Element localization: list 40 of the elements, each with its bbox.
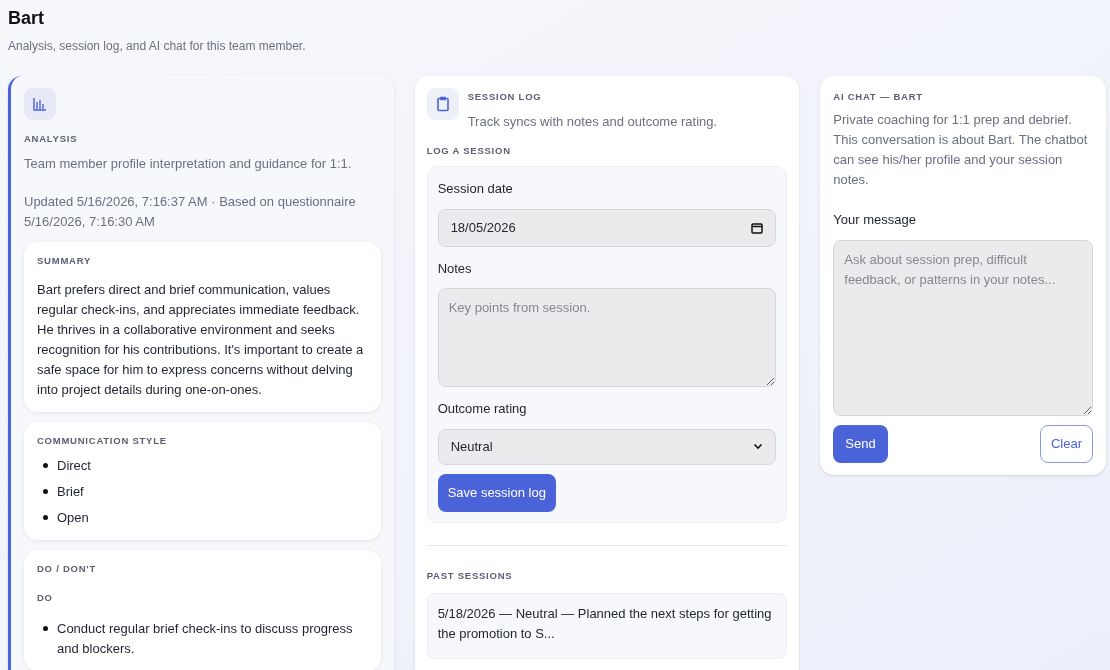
card-heading: SUMMARY bbox=[37, 253, 93, 268]
list-item-text: Direct bbox=[57, 457, 91, 476]
save-button[interactable]: Save session log bbox=[437, 473, 556, 512]
section-heading: SESSION LOG bbox=[467, 90, 543, 104]
field-label: Outcome rating bbox=[437, 400, 528, 418]
notes-field[interactable]: Key points from session. bbox=[437, 288, 777, 387]
past-session-entry[interactable]: 5/18/2026 — Neutral — Planned the next steps for getting the promotion to S... bbox=[426, 592, 788, 659]
card-heading: DO / DON'T bbox=[37, 562, 97, 577]
past-sessions-heading: PAST SESSIONS bbox=[426, 568, 514, 583]
updated-text: Updated 5/16/2026, 7:16:37 AM · Based on questionnaire 5/16/2026, 7:16:30 AM bbox=[24, 192, 357, 231]
chart-icon bbox=[24, 88, 56, 120]
bullet-icon bbox=[43, 625, 48, 631]
page-title: Bart bbox=[8, 7, 45, 30]
calendar-icon[interactable] bbox=[751, 221, 764, 234]
summary-text: Bart prefers direct and brief communication, values regular check-ins, and appreciates immediate feedback. He thrives in a collaborative environment and seeks recognition for his contributions. It's important to create a safe space for him to express concerns without delving into project details during one-on-ones. bbox=[37, 281, 365, 399]
session-log-description: Track syncs with notes and outcome rating. bbox=[467, 113, 718, 132]
card-heading: COMMUNICATION STYLE bbox=[37, 434, 168, 448]
date-field[interactable]: 18/05/2026 bbox=[437, 208, 777, 247]
field-label: Your message bbox=[833, 211, 917, 230]
clear-button[interactable]: Clear bbox=[1039, 424, 1093, 463]
send-button[interactable]: Send bbox=[833, 424, 888, 463]
clipboard-icon bbox=[426, 88, 459, 120]
field-label: Session date bbox=[437, 180, 514, 198]
list-item-text: Conduct regular brief check-ins to discuss progress and blockers. bbox=[57, 619, 354, 658]
section-heading: AI CHAT — BART bbox=[833, 90, 924, 104]
bullet-icon bbox=[43, 463, 48, 469]
list-item-text: Open bbox=[57, 509, 89, 528]
form-heading: LOG A SESSION bbox=[426, 143, 512, 158]
analysis-description: Team member profile interpretation and guidance for 1:1. bbox=[24, 155, 353, 174]
caret-icon bbox=[753, 443, 764, 450]
chat-description: Private coaching for 1:1 prep and debrief. This conversation is about Bart. The chatbot can see his/her profile and your session notes. bbox=[833, 111, 1089, 190]
bullet-icon bbox=[43, 489, 48, 495]
message-field[interactable]: Ask about session prep, difficult feedback, or patterns in your notes... bbox=[833, 239, 1093, 416]
list-item-text: Brief bbox=[57, 483, 84, 502]
field-label: Notes bbox=[437, 259, 473, 278]
rating-dropdown[interactable]: Neutral bbox=[437, 428, 777, 465]
bullet-icon bbox=[43, 515, 48, 521]
page-subtitle: Analysis, session log, and AI chat for this team member. bbox=[8, 38, 307, 55]
section-heading: ANALYSIS bbox=[24, 132, 79, 146]
card-subheading: DO bbox=[37, 590, 54, 605]
